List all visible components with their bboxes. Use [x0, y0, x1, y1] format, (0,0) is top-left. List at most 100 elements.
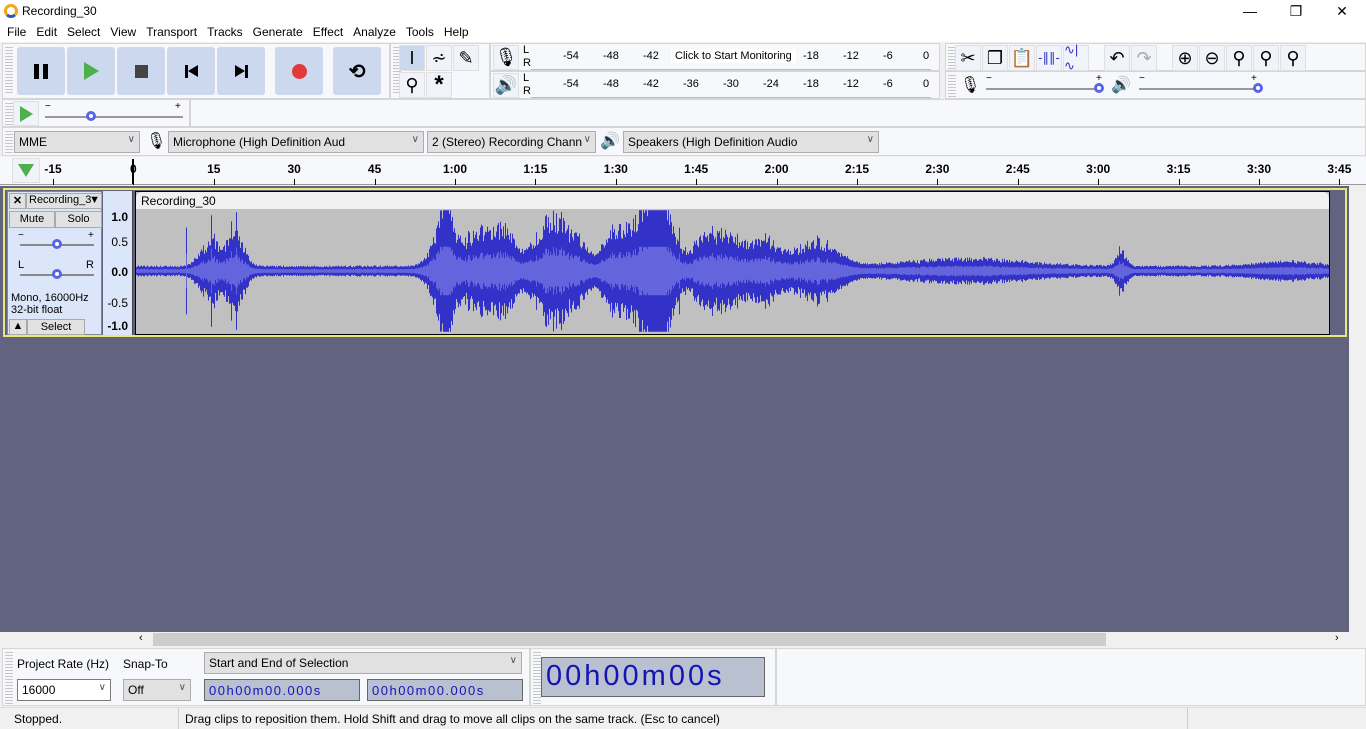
recording-channels-select[interactable]: 2 (Stereo) Recording Chann ∨ [427, 131, 596, 153]
undo-icon: ↶ [1109, 47, 1125, 68]
pan-left-label: L [18, 259, 25, 271]
toolbar-grip[interactable] [533, 652, 541, 704]
close-button[interactable]: ✕ [1319, 0, 1365, 22]
menu-edit[interactable]: Edit [31, 22, 62, 42]
slider-thumb[interactable] [86, 111, 96, 121]
menu-transport[interactable]: Transport [141, 22, 202, 42]
fit-project-button[interactable]: ⚲ [1253, 45, 1279, 71]
cut-button[interactable]: ✂ [955, 45, 981, 71]
ruler-tick [1178, 179, 1180, 185]
timeline-options-button[interactable] [12, 158, 40, 183]
menu-tools[interactable]: Tools [401, 22, 439, 42]
skip-to-start-button[interactable] [167, 47, 215, 95]
project-rate-select[interactable]: 16000 ∨ [17, 679, 111, 701]
playback-meter[interactable]: -54 -48 -42 -36 -30 -24 -18 -12 -6 0 [531, 72, 931, 98]
playback-device-select[interactable]: Speakers (High Definition Audio ∨ [623, 131, 879, 153]
playback-volume-slider[interactable] [1139, 83, 1263, 93]
recording-volume-slider[interactable] [986, 83, 1104, 93]
recording-device-select[interactable]: Microphone (High Definition Aud ∨ [168, 131, 424, 153]
playback-meter-button[interactable]: 🔊 [493, 73, 519, 98]
loop-button[interactable]: ⟲ [333, 47, 381, 95]
copy-button[interactable]: ❐ [982, 45, 1008, 71]
minimize-button[interactable]: — [1227, 0, 1273, 22]
menu-help[interactable]: Help [439, 22, 474, 42]
zoom-tool[interactable]: ⚲ [399, 72, 425, 98]
solo-button[interactable]: Solo [55, 211, 102, 228]
draw-tool[interactable]: ✎ [453, 45, 479, 71]
menu-select[interactable]: Select [62, 22, 105, 42]
menu-analyze[interactable]: Analyze [348, 22, 401, 42]
slider-thumb[interactable] [1253, 83, 1263, 93]
select-track-button[interactable]: Select [27, 319, 85, 335]
skip-to-end-button[interactable] [217, 47, 265, 95]
scroll-left-icon[interactable]: ‹ [139, 632, 143, 644]
fit-selection-button[interactable]: ⚲ [1226, 45, 1252, 71]
selection-start-time[interactable]: 00h00m00.000s [204, 679, 360, 701]
zoom-in-button[interactable]: ⊕ [1172, 45, 1198, 71]
menu-file[interactable]: File [2, 22, 31, 42]
envelope-tool[interactable]: ⩫ [426, 45, 452, 71]
scrollbar-thumb[interactable] [153, 633, 1106, 646]
left-channel-label: L [523, 44, 530, 56]
ruler-label: 1:15 [523, 162, 548, 176]
menu-generate[interactable]: Generate [248, 22, 308, 42]
menu-view[interactable]: View [105, 22, 141, 42]
zoom-toggle-button[interactable]: ⚲ [1280, 45, 1306, 71]
collapse-track-button[interactable]: ▲ [9, 319, 27, 335]
ruler-tick [455, 179, 456, 185]
audio-host-select[interactable]: MME ∨ [14, 131, 140, 153]
title-bar: Recording_30 — ❐ ✕ [0, 0, 1366, 22]
ruler-label: 1:30 [603, 162, 628, 176]
playback-speed-slider[interactable] [45, 111, 183, 121]
toolbar-grip[interactable] [5, 652, 13, 704]
start-monitoring-label[interactable]: Click to Start Monitoring [671, 49, 796, 63]
timeline-ruler[interactable]: -1501530451:001:151:301:452:002:152:302:… [0, 157, 1366, 185]
skip-end-icon [234, 64, 248, 78]
vertical-scrollbar[interactable] [1349, 186, 1366, 632]
scroll-right-icon[interactable]: › [1335, 632, 1339, 644]
chevron-down-icon: ∨ [127, 134, 135, 145]
pause-icon [34, 63, 48, 79]
mute-button[interactable]: Mute [9, 211, 55, 228]
track-menu-button[interactable]: Recording_3 ▼ [26, 193, 102, 209]
redo-button[interactable]: ↷ [1131, 45, 1157, 71]
horizontal-scrollbar[interactable]: ‹ › [135, 632, 1349, 647]
clip-title-bar[interactable]: Recording_30 [136, 192, 1329, 209]
vertical-ruler[interactable]: 1.0 0.5 0.0 -0.5 -1.0 [103, 191, 133, 335]
record-button[interactable] [275, 47, 323, 95]
play-at-speed-button[interactable] [13, 101, 39, 126]
menu-effect[interactable]: Effect [308, 22, 348, 42]
snap-to-select[interactable]: Off ∨ [123, 679, 191, 701]
close-track-button[interactable]: ✕ [9, 193, 26, 209]
trim-button[interactable]: -∥∥- [1036, 45, 1062, 71]
selection-mode-select[interactable]: Start and End of Selection ∨ [204, 652, 522, 674]
multi-tool[interactable]: * [426, 71, 452, 98]
silence-button[interactable]: ∿|∿ [1063, 42, 1089, 73]
pause-button[interactable] [17, 47, 65, 95]
stop-button[interactable] [117, 47, 165, 95]
slider-thumb[interactable] [52, 239, 62, 249]
slider-thumb[interactable] [1094, 83, 1104, 93]
toolbar-grip[interactable] [5, 131, 13, 153]
undo-button[interactable]: ↶ [1104, 45, 1130, 71]
menu-tracks[interactable]: Tracks [202, 22, 248, 42]
slider-thumb[interactable] [52, 269, 62, 279]
play-button[interactable] [67, 47, 115, 95]
audio-track[interactable]: ✕ Recording_3 ▼ Mute Solo − + L R Mono, 1… [3, 188, 1347, 337]
menu-bar: File Edit Select View Transport Tracks G… [0, 22, 1366, 42]
toolbar-grip[interactable] [5, 103, 13, 125]
zoom-out-button[interactable]: ⊖ [1199, 45, 1225, 71]
chevron-down-icon: ∨ [411, 134, 419, 145]
toolbar-grip[interactable] [5, 47, 13, 95]
waveform-clip[interactable]: Recording_30 [135, 191, 1330, 335]
track-area[interactable]: ✕ Recording_3 ▼ Mute Solo − + L R Mono, 1… [0, 186, 1349, 632]
record-meter-button[interactable]: 🎙 [493, 45, 519, 70]
selection-tool[interactable]: I [399, 45, 425, 71]
paste-button[interactable]: 📋 [1009, 45, 1035, 71]
pan-slider[interactable] [20, 269, 94, 279]
maximize-button[interactable]: ❐ [1273, 0, 1319, 22]
gain-slider[interactable] [20, 239, 94, 249]
toolbar-grip[interactable] [948, 75, 956, 97]
selection-end-time[interactable]: 00h00m00.000s [367, 679, 523, 701]
audio-position-time[interactable]: 00h00m00s [541, 657, 765, 697]
